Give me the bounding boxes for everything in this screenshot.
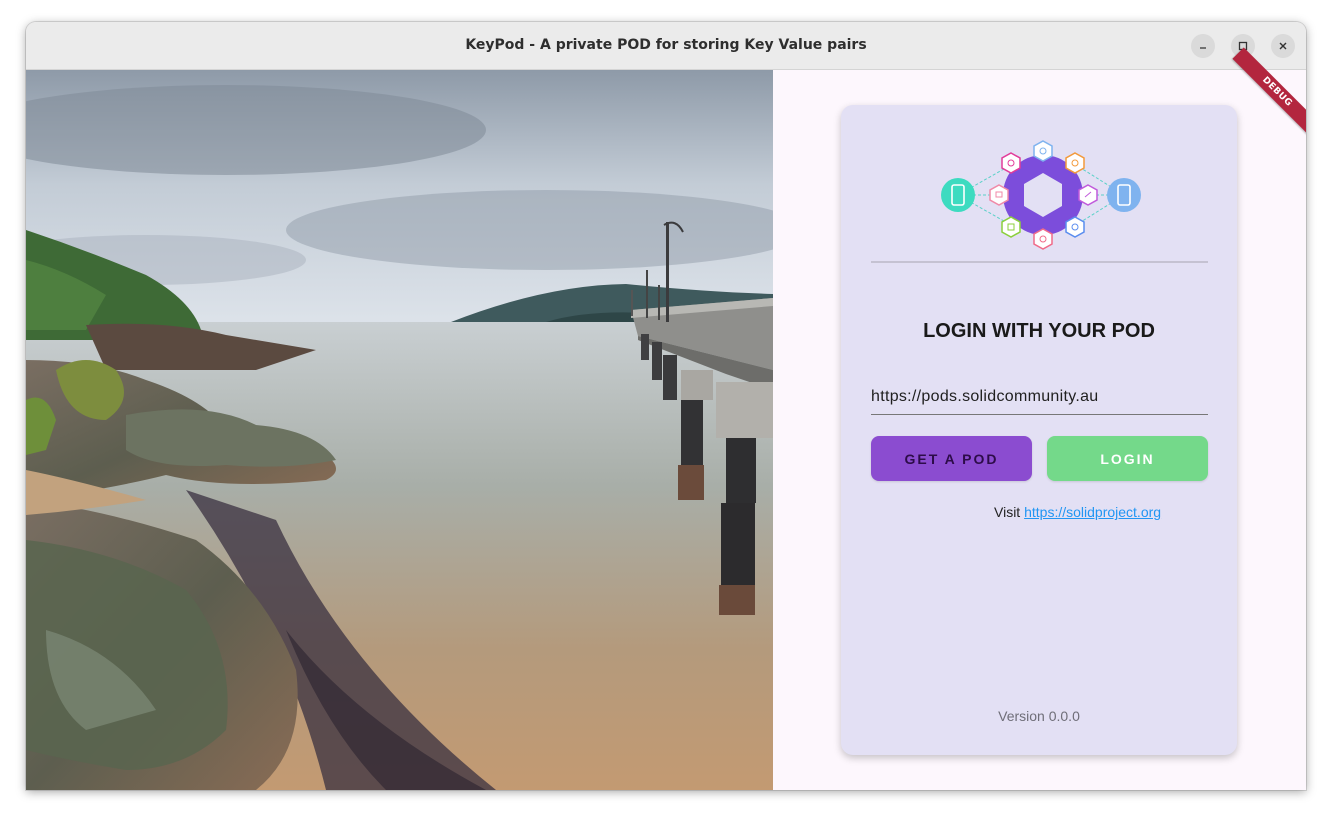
login-button[interactable]: LOGIN <box>1047 436 1208 481</box>
logo-divider <box>871 261 1208 263</box>
close-icon <box>1279 42 1287 50</box>
app-content: DEBUG LOGIN WITH YOUR POD https://pods.s… <box>26 47 1306 790</box>
login-pane: DEBUG LOGIN WITH YOUR POD https://pods.s… <box>773 47 1306 790</box>
version-label: Version 0.0.0 <box>998 708 1080 724</box>
minimize-icon <box>1200 47 1206 49</box>
visit-prefix: Visit <box>994 504 1021 520</box>
minimize-button[interactable] <box>1191 34 1215 58</box>
window-title: KeyPod - A private POD for storing Key V… <box>465 37 867 53</box>
close-button[interactable] <box>1271 34 1295 58</box>
pod-server-input[interactable] <box>871 380 1208 415</box>
title-bar[interactable]: KeyPod - A private POD for storing Key V… <box>26 22 1306 70</box>
solidproject-link[interactable]: https://solidproject.org <box>1024 504 1161 520</box>
login-card: LOGIN WITH YOUR POD GET A POD LOGIN Visi… <box>841 105 1237 755</box>
solid-pod-network-logo <box>936 135 1146 255</box>
visit-row: Visit https://solidproject.org <box>994 504 1161 520</box>
coastal-pier-photo <box>26 70 773 790</box>
app-window: KeyPod - A private POD for storing Key V… <box>26 22 1306 790</box>
login-heading: LOGIN WITH YOUR POD <box>923 320 1155 342</box>
get-a-pod-button[interactable]: GET A POD <box>871 436 1032 481</box>
